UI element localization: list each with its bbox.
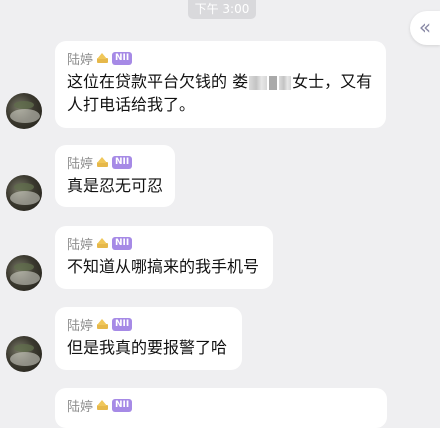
- redacted-name-block: [279, 75, 292, 90]
- crown-icon: [97, 238, 109, 248]
- message-bubble[interactable]: 陆婷 NII 这位在贷款平台欠钱的 娄 女士，又有 人打电话给我了。: [55, 41, 386, 128]
- redacted-name-block: [269, 75, 278, 90]
- message-text: 不知道从哪搞来的我手机号: [67, 257, 260, 276]
- message-text: 这位在贷款平台欠钱的 娄 女士，又有: [67, 70, 374, 93]
- message-text-line: 人打电话给我了。: [67, 95, 196, 114]
- message-text-part: 这位在贷款平台欠钱的 娄: [67, 72, 249, 91]
- sender-name: 陆婷: [67, 318, 94, 334]
- message-bubble[interactable]: 陆婷 NII 但是我真的要报警了哈: [55, 307, 242, 370]
- sender-name: 陆婷: [67, 237, 94, 253]
- sender-name: 陆婷: [67, 156, 94, 172]
- message-bubble[interactable]: 陆婷 NII 不知道从哪搞来的我手机号: [55, 226, 273, 289]
- message-bubble[interactable]: 陆婷 NII 真是忍无可忍: [55, 145, 175, 207]
- sender-name: 陆婷: [67, 52, 94, 68]
- sender-name: 陆婷: [67, 399, 94, 415]
- avatar[interactable]: [6, 93, 42, 129]
- avatar[interactable]: [6, 336, 42, 372]
- avatar[interactable]: [6, 175, 42, 211]
- level-badge: NII: [112, 317, 133, 331]
- redacted-name-block: [249, 75, 268, 90]
- crown-icon: [97, 53, 109, 63]
- message-text: 真是忍无可忍: [67, 176, 164, 195]
- collapse-panel-button[interactable]: «: [410, 11, 440, 45]
- avatar[interactable]: [6, 255, 42, 291]
- message-text-part: 女士，又有: [292, 72, 373, 91]
- level-badge: NII: [112, 398, 133, 412]
- level-badge: NII: [112, 155, 133, 169]
- crown-icon: [97, 400, 109, 410]
- message-text: 但是我真的要报警了哈: [67, 338, 228, 357]
- crown-icon: [97, 319, 109, 329]
- crown-icon: [97, 157, 109, 167]
- message-bubble[interactable]: 陆婷 NII: [55, 388, 387, 428]
- double-chevron-left-icon: «: [418, 15, 432, 39]
- level-badge: NII: [112, 51, 133, 65]
- message-timestamp: 下午 3:00: [188, 0, 256, 19]
- level-badge: NII: [112, 236, 133, 250]
